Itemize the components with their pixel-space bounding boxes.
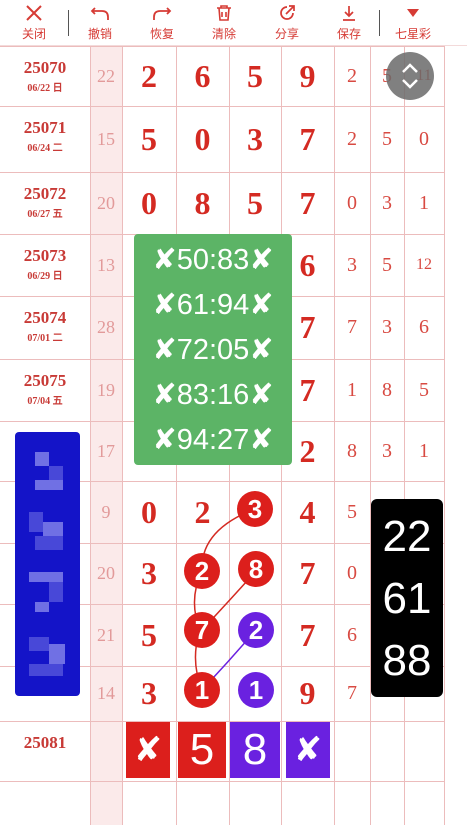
scroll-nav-button[interactable]	[386, 52, 434, 100]
prediction-tile[interactable]: 8	[230, 722, 280, 778]
selected-number-circle[interactable]: 1	[184, 672, 220, 708]
chevron-updown-icon	[402, 63, 418, 89]
selected-number-circle[interactable]: 2	[184, 553, 220, 589]
prediction-tile[interactable]: ✘	[126, 722, 170, 778]
selected-number-circle[interactable]: 3	[237, 491, 273, 527]
connector-lines	[193, 508, 257, 691]
prediction-tile[interactable]: 5	[178, 722, 226, 778]
prediction-tile[interactable]: ✘	[286, 722, 330, 778]
selected-number-circle[interactable]: 7	[184, 612, 220, 648]
selected-number-circle[interactable]: 1	[238, 672, 274, 708]
selected-number-circle[interactable]: 2	[238, 612, 274, 648]
selected-number-circle[interactable]: 8	[238, 551, 274, 587]
